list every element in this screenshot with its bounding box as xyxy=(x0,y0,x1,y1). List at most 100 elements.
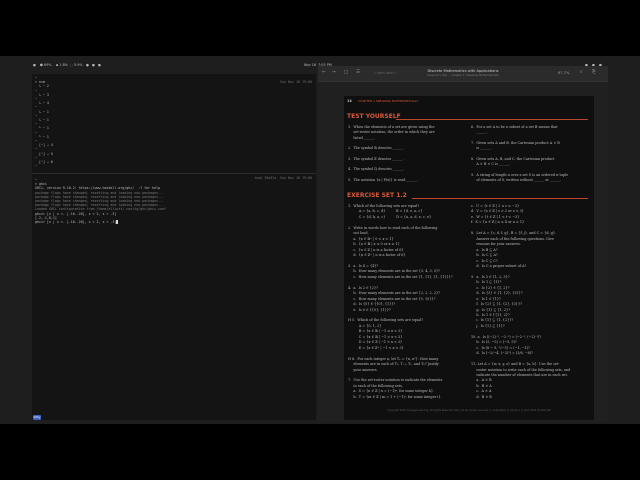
exercise-line: f. Is {2} ⊆ {1, {2}, {3}}? xyxy=(471,302,522,307)
exercise-line: e. Is 1 ∈ {1}? xyxy=(471,296,501,301)
exercise-line: d. {n ∈ ℤ⁺ | n is a factor of 6} xyxy=(348,253,406,258)
forward-icon[interactable]: → xyxy=(332,70,336,76)
exercise-line: elements are in each of T₂, T₋₃, T₁, and… xyxy=(348,362,439,367)
exercise-line: D = {x ∈ ℤ | −1 < x < 3} xyxy=(348,340,403,345)
pane-timestamp: took 36m31s Sun Nov 16 19:06 xyxy=(254,176,312,180)
question-line: 1. When the elements of a set are given … xyxy=(348,125,435,129)
copyright-notice: Copyright 2020 Cengage Learning. All Rig… xyxy=(387,409,551,412)
page-nav[interactable]: < PREV NEXT > xyxy=(374,70,398,76)
terminal-pane-bottom[interactable]: took 36m31s Sun Nov 16 19:06 ~ > ghci GHCi… xyxy=(32,176,316,420)
exercise-line: 10. a. Is ((−2)⁻², −2⁻²) = (−2⁻², (−2)⁻²… xyxy=(471,334,542,339)
question-line: 6. For a set A to be a subset of a set B… xyxy=(471,125,558,129)
exercise-line: d. B × B xyxy=(471,394,492,399)
terminal-line: [~] → 5 xyxy=(35,151,53,156)
exercise-line: c. Is (8 − 9, ³√−1) = (−1, −1)? xyxy=(471,345,530,350)
exercise-line: your answers. xyxy=(348,367,378,372)
exercise-line: E = {x ∈ ℤ⁺ | −1 < x < 3} xyxy=(348,345,404,350)
question-line: 9. A string of length n over a set S is … xyxy=(471,172,569,177)
chapter-header: CHAPTER 1 SPEAKING MATHEMATICALLY xyxy=(358,99,419,104)
exercise-line: e. W = {t ∈ ℤ | 1 < t < −3} xyxy=(471,214,520,219)
exercise-line: i. Is {1} ⊆ {1, {2}}? xyxy=(471,318,514,323)
date-label: Nov 16 xyxy=(304,63,317,67)
exercise-line: c. How many elements are in the set {1, … xyxy=(348,274,453,279)
question-line: 8. Given sets A, B, and C, the Cartesian… xyxy=(471,156,555,161)
exercise-line: 8. Let A = {c, d, f, g}, B = {f, j}, and… xyxy=(471,231,557,236)
exercise-line: C = {d, b, a, c} D = {a, a, d, e, c, e} xyxy=(348,214,432,219)
exercise-set-heading: EXERCISE SET 1.2 xyxy=(347,192,407,199)
back-icon[interactable]: ← xyxy=(322,70,326,76)
exercise-line: 11. Let A = {w, x, y, z} and B = {a, b}.… xyxy=(471,362,560,367)
exercise-line: reasons for your answers. xyxy=(471,242,521,247)
document-title: Discrete Mathematics with Applications xyxy=(427,69,499,73)
pane-divider[interactable] xyxy=(32,173,316,174)
exercise-line: a. A × B xyxy=(471,378,492,383)
sidebar-toggle-icon[interactable]: □ xyxy=(344,70,348,76)
zoom-level[interactable]: 67.7% xyxy=(558,70,569,76)
exercise-line: b. Is C ⊆ A? xyxy=(471,253,498,258)
question-line: ______. xyxy=(471,130,488,135)
exercise-line: e. Is 0 ∈ {{0}, {1}}? xyxy=(348,307,391,312)
heading-rule xyxy=(396,119,588,120)
terminal-line: ↳ ~ 1 xyxy=(35,118,49,122)
exercise-line: h. Is 1 ∈ {{1}, 2}? xyxy=(471,313,510,317)
exercise-line: d. Is C a proper subset of A? xyxy=(471,263,527,268)
search-icon[interactable]: ⌕ xyxy=(580,70,583,76)
exercise-line: C = {x ∈ ℝ | −1 < x < 3} xyxy=(348,334,403,339)
bluetooth-icon[interactable]: ● xyxy=(98,62,101,68)
share-icon[interactable]: ⎘ xyxy=(592,70,596,76)
exercise-line: f. X = {u ∈ ℤ | u ≤ 4 or u ≥ 1} xyxy=(471,220,525,225)
exercise-line: d. Is {0} ∈ {{0}, {1}}? xyxy=(348,302,396,307)
terminal-line: ↳ ~ 1 xyxy=(35,109,49,114)
exercise-line: c. How many elements are in the set {0, … xyxy=(348,296,436,301)
exercise-line: 2. Write in words how to read each of th… xyxy=(348,225,438,230)
question-line: 7. Given sets A and B, the Cartesian pro… xyxy=(471,140,560,145)
question-line: is ______. xyxy=(471,146,492,151)
dock xyxy=(0,424,640,480)
exercise-line: a. {x ∈ ℝ⁺ | 0 < x < 1} xyxy=(348,236,394,241)
exercise-line: b. How many elements are in the set {2, … xyxy=(348,291,440,296)
question-line: set-roster notation, the order in which … xyxy=(348,130,435,135)
exercise-line: b. {x ∈ ℝ | x ≤ 0 or x ≥ 1} xyxy=(348,242,400,247)
exercise-line: 3. a. Is 4 = {4}? xyxy=(348,263,379,268)
question-line: listed ______. xyxy=(348,135,376,140)
exercise-line: in each of the following sets. xyxy=(348,383,403,388)
document-page[interactable]: 14 CHAPTER 1 SPEAKING MATHEMATICALLY TES… xyxy=(344,96,594,420)
document-subtitle: Susanna S. Epp — Chapter 1: Speaking Mat… xyxy=(427,74,499,77)
exercise-line: H 6. For each integer n, let Tₙ = {n, n²… xyxy=(348,356,439,361)
volume-icon[interactable]: ● xyxy=(86,62,89,68)
exercise-line: Answer each of the following questions. … xyxy=(471,236,554,241)
question-line: 4. The symbol ℚ denotes ______. xyxy=(348,167,405,172)
exercise-line: 7. Use the set-roster notation to indica… xyxy=(348,378,443,383)
battery-status: ⬢ 69% xyxy=(40,63,52,67)
question-line: 3. The symbol ℤ denotes ______. xyxy=(348,156,404,161)
exercise-line: 1. Which of the following sets are equal… xyxy=(348,204,420,208)
pdf-viewer-window[interactable]: ← → □ ☰ < PREV NEXT > Discrete Mathemati… xyxy=(318,66,608,422)
exercise-line: c. Is {2} ∈ {1, 2}? xyxy=(471,285,510,290)
exercise-line: d. V = {s ∈ ℤ | s > 2 or s < 3} xyxy=(471,209,524,214)
network-icon[interactable]: ● xyxy=(92,62,95,68)
exercise-line: roster notation to write each of the fol… xyxy=(471,367,571,372)
exercise-line: d. Is {3} ∈ {1, {2}, {3}}? xyxy=(471,291,523,296)
terminal-line: [~] → 6 xyxy=(35,160,53,164)
terminal-window[interactable]: Sun Nov 16 19:06 ~ > nvm ↳ ~ 2 ~ ↳ ~ 3 ~ ↳ … xyxy=(32,74,316,420)
question-line: 5. The notation {x | P(x)} is read _____… xyxy=(348,178,418,182)
question-line: of elements of S, written without ______… xyxy=(471,178,562,182)
heading-rule xyxy=(412,198,588,199)
terminal-line: ↳ ~ 4 xyxy=(35,101,49,106)
exercise-line: g. Is {1} ⊆ {1, 2}? xyxy=(471,307,511,312)
terminal-cursor xyxy=(116,220,119,224)
terminal-dock-icon[interactable]: kitty xyxy=(33,415,41,420)
exercise-line: c. {n ∈ ℤ | n is a factor of 6} xyxy=(348,247,404,252)
terminal-pane-top[interactable]: Sun Nov 16 19:06 ~ > nvm ↳ ~ 2 ~ ↳ ~ 3 ~ ↳ … xyxy=(32,74,316,172)
terminal-line: ↳ ~ 2 xyxy=(35,84,49,89)
exercise-line: b. How many elements are in the set {3, … xyxy=(348,269,440,274)
exercise-line: b. Is (5, −5) = (−5, 5)? xyxy=(471,340,517,345)
exercise-line: c. A × A xyxy=(471,389,492,394)
exercise-line: b. T = {m ∈ ℤ | m = 1 + (−1)ⁱ, for some … xyxy=(348,394,442,399)
exercise-line: a. Is B ⊆ A? xyxy=(471,247,498,252)
exercise-line: d. Is (−2/−4, (−2)³) = (3/6, −8)? xyxy=(471,351,533,356)
exercise-line: H 5. Which of the following sets are equ… xyxy=(348,318,424,323)
terminal-line: └ ~ 1 xyxy=(35,126,49,131)
outline-icon[interactable]: ☰ xyxy=(356,70,360,76)
workspace-indicator[interactable]: ● xyxy=(33,62,36,68)
